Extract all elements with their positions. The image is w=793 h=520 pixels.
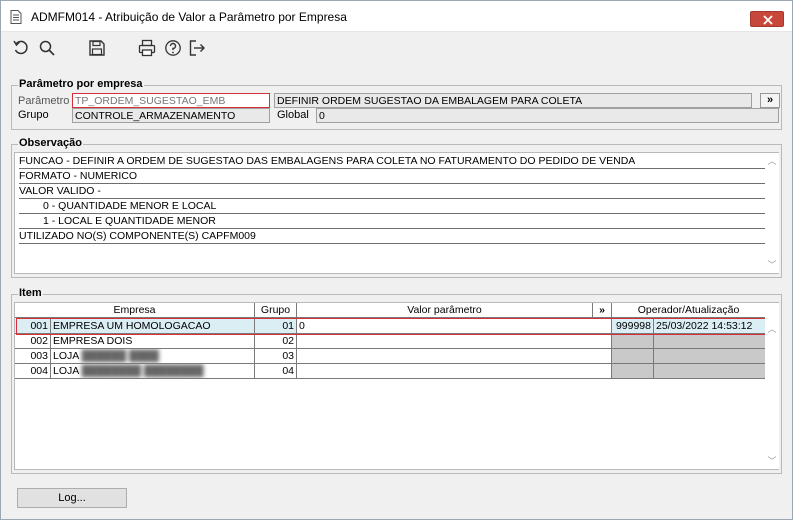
- parametro-group: Parâmetro por empresa Parâmetro TP_ORDEM…: [11, 78, 782, 130]
- parametro-lookup-button[interactable]: »: [760, 93, 780, 108]
- header-operador[interactable]: Operador/Atualização: [612, 303, 766, 318]
- observacao-group: Observação FUNCAO - DEFINIR A ORDEM DE S…: [11, 137, 782, 278]
- header-valor[interactable]: Valor parâmetro: [297, 303, 593, 318]
- exit-icon[interactable]: [188, 39, 206, 57]
- parametro-description: DEFINIR ORDEM SUGESTAO DA EMBALAGEM PARA…: [274, 93, 752, 108]
- header-grupo[interactable]: Grupo: [255, 303, 297, 318]
- row-operador: [612, 349, 654, 364]
- scroll-up-icon[interactable]: ︿: [767, 157, 777, 166]
- close-button[interactable]: [750, 11, 784, 27]
- observacao-line: VALOR VALIDO -: [19, 184, 768, 199]
- global-label: Global: [277, 109, 309, 121]
- item-table: Empresa Grupo Valor parâmetro » Operador…: [14, 302, 779, 470]
- row-grupo[interactable]: 01: [255, 319, 297, 334]
- log-button[interactable]: Log...: [17, 488, 127, 508]
- item-legend: Item: [18, 287, 43, 299]
- observacao-line: 1 - LOCAL E QUANTIDADE MENOR: [19, 214, 768, 229]
- row-operador: [612, 334, 654, 349]
- row-valor-input[interactable]: [297, 364, 612, 379]
- document-icon: [10, 10, 22, 24]
- row-operador: [612, 364, 654, 379]
- row-empresa[interactable]: EMPRESA UM HOMOLOGACAO: [51, 319, 255, 334]
- row-grupo[interactable]: 02: [255, 334, 297, 349]
- grupo-field: CONTROLE_ARMAZENAMENTO: [72, 108, 270, 123]
- app-window: ADMFM014 - Atribuição de Valor a Parâmet…: [0, 0, 793, 520]
- row-code[interactable]: 001: [15, 319, 51, 334]
- observacao-line: 0 - QUANTIDADE MENOR E LOCAL: [19, 199, 768, 214]
- global-field: 0: [316, 108, 779, 123]
- search-icon[interactable]: [38, 39, 56, 57]
- observacao-line: UTILIZADO NO(S) COMPONENTE(S) CAPFM009: [19, 229, 768, 244]
- scroll-down-icon[interactable]: ﹀: [767, 261, 777, 270]
- row-atualizacao: 25/03/2022 14:53:12: [654, 319, 766, 334]
- parametro-label: Parâmetro: [18, 95, 70, 107]
- row-empresa-redacted: ████████ ████████: [81, 365, 204, 377]
- observacao-line: FUNCAO - DEFINIR A ORDEM DE SUGESTAO DAS…: [19, 154, 768, 169]
- row-code[interactable]: 003: [15, 349, 51, 364]
- row-code[interactable]: 002: [15, 334, 51, 349]
- grupo-label: Grupo: [18, 109, 49, 121]
- observacao-legend: Observação: [18, 137, 83, 149]
- parametro-input[interactable]: TP_ORDEM_SUGESTAO_EMB: [72, 93, 270, 108]
- row-atualizacao: [654, 334, 766, 349]
- row-valor-input[interactable]: 0: [297, 319, 612, 334]
- row-empresa[interactable]: LOJA ████████ ████████: [51, 364, 255, 379]
- close-icon: [763, 15, 773, 25]
- title-bar: ADMFM014 - Atribuição de Valor a Parâmet…: [1, 1, 792, 32]
- item-group: Item Empresa Grupo Valor parâmetro » Ope…: [11, 287, 782, 474]
- observacao-text-area[interactable]: FUNCAO - DEFINIR A ORDEM DE SUGESTAO DAS…: [14, 152, 779, 274]
- print-icon[interactable]: [138, 39, 156, 57]
- parametro-legend: Parâmetro por empresa: [18, 78, 144, 90]
- row-code[interactable]: 004: [15, 364, 51, 379]
- row-empresa-redacted: ██████ ████: [81, 350, 159, 362]
- undo-icon[interactable]: [12, 39, 30, 57]
- row-operador: 999998: [612, 319, 654, 334]
- observacao-line: FORMATO - NUMERICO: [19, 169, 768, 184]
- item-scrollbar[interactable]: ︿ ﹀: [765, 303, 779, 469]
- row-empresa[interactable]: EMPRESA DOIS: [51, 334, 255, 349]
- scroll-up-icon[interactable]: ︿: [767, 325, 777, 334]
- help-icon[interactable]: [164, 39, 182, 57]
- scroll-down-icon[interactable]: ﹀: [767, 457, 777, 466]
- row-valor-input[interactable]: [297, 334, 612, 349]
- row-valor-input[interactable]: [297, 349, 612, 364]
- row-atualizacao: [654, 364, 766, 379]
- observacao-scrollbar[interactable]: ︿ ﹀: [765, 153, 779, 273]
- row-grupo[interactable]: 04: [255, 364, 297, 379]
- save-icon[interactable]: [88, 39, 106, 57]
- header-expand-button[interactable]: »: [593, 303, 612, 318]
- row-grupo[interactable]: 03: [255, 349, 297, 364]
- window-title: ADMFM014 - Atribuição de Valor a Parâmet…: [31, 10, 347, 24]
- row-empresa[interactable]: LOJA ██████ ████: [51, 349, 255, 364]
- row-empresa-prefix: LOJA: [53, 365, 82, 377]
- row-atualizacao: [654, 349, 766, 364]
- header-empresa[interactable]: Empresa: [15, 303, 255, 318]
- row-empresa-prefix: LOJA: [53, 350, 82, 362]
- toolbar: [1, 33, 792, 67]
